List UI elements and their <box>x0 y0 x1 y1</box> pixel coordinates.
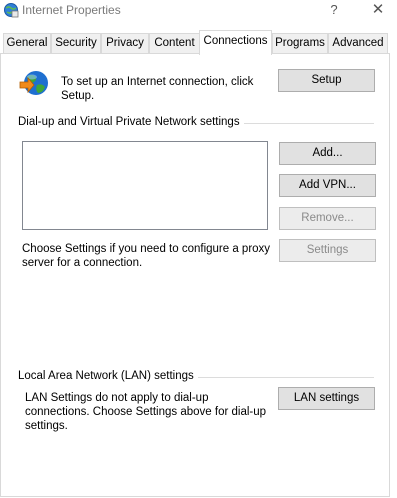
help-button[interactable]: ? <box>325 1 343 19</box>
connections-listbox[interactable] <box>22 141 268 230</box>
tab-programs[interactable]: Programs <box>272 33 328 53</box>
tab-connections[interactable]: Connections <box>199 30 272 55</box>
proxy-description: Choose Settings if you need to configure… <box>22 243 271 269</box>
tab-strip: General Security Privacy Content Connect… <box>0 30 397 55</box>
internet-connection-icon <box>19 71 48 95</box>
tab-content[interactable]: Content <box>149 33 200 53</box>
add-vpn-button[interactable]: Add VPN... <box>279 174 376 197</box>
dialup-group-label: Dial-up and Virtual Private Network sett… <box>18 116 244 128</box>
window-title: Internet Properties <box>22 3 121 17</box>
settings-button[interactable]: Settings <box>279 239 376 262</box>
add-button[interactable]: Add... <box>279 142 376 165</box>
close-button[interactable]: ✕ <box>369 1 387 19</box>
tab-privacy[interactable]: Privacy <box>101 33 149 53</box>
title-bar: Internet Properties ? ✕ <box>0 0 397 22</box>
remove-button[interactable]: Remove... <box>279 207 376 230</box>
tab-security[interactable]: Security <box>51 33 101 53</box>
tab-general[interactable]: General <box>3 33 51 53</box>
setup-button[interactable]: Setup <box>278 69 375 92</box>
lan-description: LAN Settings do not apply to dial-up con… <box>25 392 267 432</box>
setup-description: To set up an Internet connection, click … <box>61 76 254 102</box>
lan-group-label: Local Area Network (LAN) settings <box>18 370 198 382</box>
lan-settings-button[interactable]: LAN settings <box>278 387 375 410</box>
tab-advanced[interactable]: Advanced <box>328 33 388 53</box>
internet-options-icon <box>4 3 19 18</box>
